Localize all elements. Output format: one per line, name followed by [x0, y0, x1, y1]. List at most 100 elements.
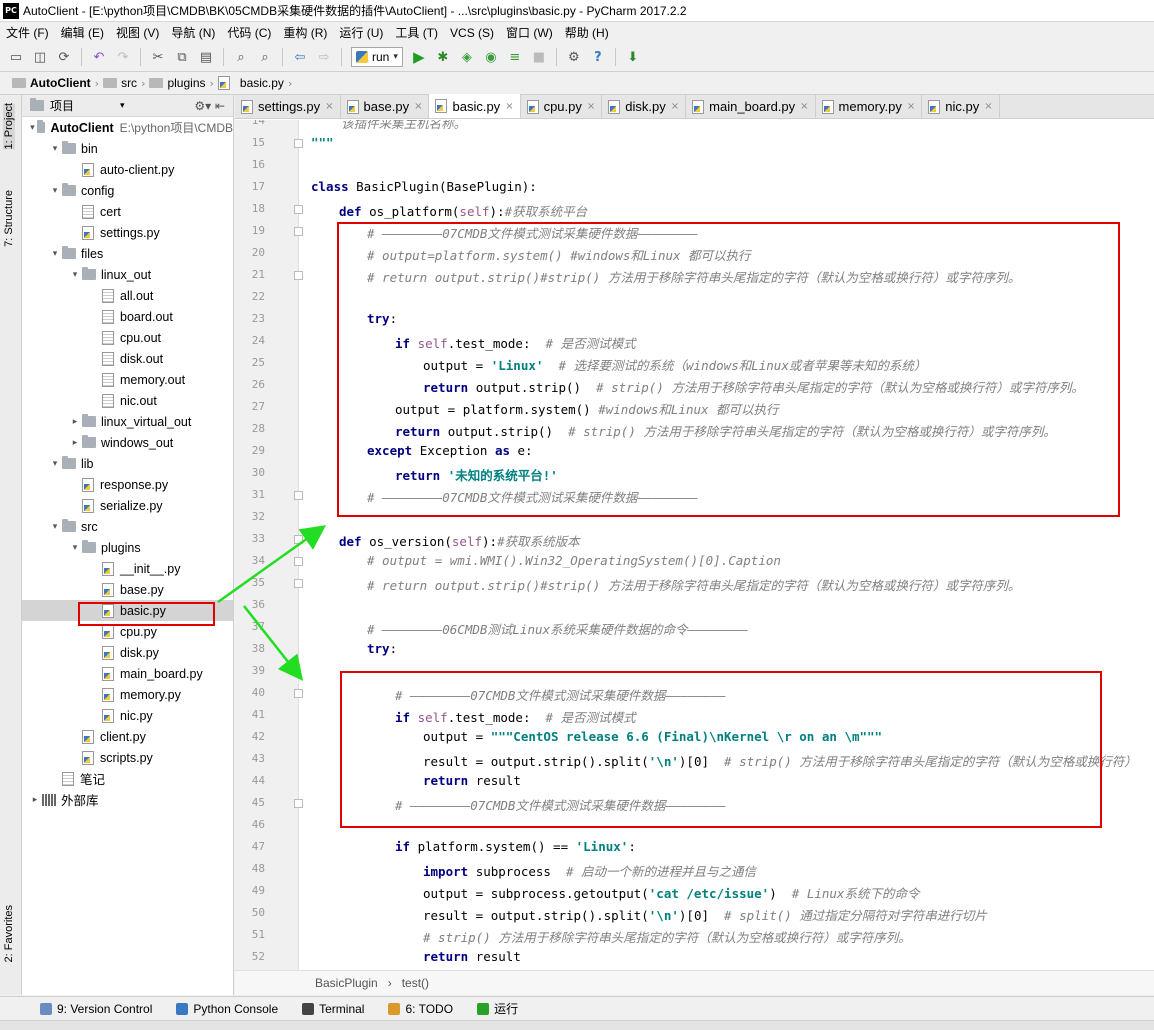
menu-item[interactable]: 代码 (C) [221, 24, 277, 41]
menu-item[interactable]: 运行 (U) [333, 24, 389, 41]
tree-item[interactable]: nic.py [22, 705, 233, 726]
redo-icon[interactable]: ↷ [112, 46, 134, 68]
tree-item[interactable]: settings.py [22, 222, 233, 243]
save-icon[interactable]: ◫ [29, 46, 51, 68]
gear-icon[interactable]: ⚙▾ ⇤ [194, 99, 225, 113]
editor-tab[interactable]: basic.py × [429, 94, 521, 118]
back-icon[interactable]: ⇦ [289, 46, 311, 68]
menu-item[interactable]: 编辑 (E) [55, 24, 110, 41]
tree-item[interactable]: base.py [22, 579, 233, 600]
tree-item[interactable]: disk.py [22, 642, 233, 663]
chevron-down-icon[interactable]: ▾ [68, 270, 82, 280]
tree-item[interactable]: response.py [22, 474, 233, 495]
tree-item[interactable]: ▸ windows_out [22, 432, 233, 453]
bottom-tool-tab[interactable]: 9: Version Control [30, 1002, 162, 1016]
profile-icon[interactable]: ◉ [480, 46, 502, 68]
forward-icon[interactable]: ⇨ [313, 46, 335, 68]
tree-item[interactable]: memory.py [22, 684, 233, 705]
close-icon[interactable]: × [671, 101, 679, 112]
undo-icon[interactable]: ↶ [88, 46, 110, 68]
nav-crumb-plugins[interactable]: plugins [145, 74, 209, 93]
menu-item[interactable]: 帮助 (H) [559, 24, 615, 41]
chevron-down-icon[interactable]: ▾ [48, 459, 62, 469]
editor-tab[interactable]: base.py × [340, 95, 430, 118]
tree-item[interactable]: ▾ src [22, 516, 233, 537]
chevron-down-icon[interactable]: ▾ [68, 543, 82, 553]
copy-icon[interactable]: ⧉ [171, 46, 193, 68]
tree-item[interactable]: ▾ bin [22, 138, 233, 159]
close-icon[interactable]: × [800, 101, 808, 112]
editor-tab[interactable]: settings.py × [235, 95, 341, 118]
project-view-label[interactable]: 项目 [50, 97, 74, 114]
close-icon[interactable]: × [414, 101, 422, 112]
fold-marker-icon[interactable] [294, 535, 303, 544]
menu-item[interactable]: 工具 (T) [389, 24, 444, 41]
fold-marker-icon[interactable] [294, 139, 303, 148]
fold-marker-icon[interactable] [294, 205, 303, 214]
fold-marker-icon[interactable] [294, 491, 303, 500]
debug-icon[interactable]: ✱ [432, 46, 454, 68]
cut-icon[interactable]: ✂ [147, 46, 169, 68]
tree-item[interactable]: ▸ 外部库 [22, 789, 233, 810]
coverage-icon[interactable]: ◈ [456, 46, 478, 68]
menu-item[interactable]: 窗口 (W) [500, 24, 559, 41]
chevron-right-icon[interactable]: ▸ [28, 795, 42, 805]
tree-item[interactable]: cert [22, 201, 233, 222]
editor-tab[interactable]: main_board.py × [686, 95, 816, 118]
chevron-down-icon[interactable]: ▾ [120, 101, 125, 111]
tree-item[interactable]: 笔记 [22, 768, 233, 789]
fold-marker-icon[interactable] [294, 227, 303, 236]
settings-icon[interactable]: ⚙ [563, 46, 585, 68]
chevron-down-icon[interactable]: ▾ [28, 123, 37, 133]
menu-item[interactable]: 文件 (F) [0, 24, 55, 41]
chevron-down-icon[interactable]: ▾ [48, 249, 62, 259]
chevron-down-icon[interactable]: ▾ [48, 186, 62, 196]
concurrency-icon[interactable]: ≡ [504, 46, 526, 68]
nav-crumb-project[interactable]: AutoClient [8, 74, 95, 93]
menu-item[interactable]: 导航 (N) [165, 24, 221, 41]
breadcrumb-method[interactable]: test() [402, 976, 429, 990]
tree-item[interactable]: cpu.out [22, 327, 233, 348]
tree-item[interactable]: memory.out [22, 369, 233, 390]
menu-item[interactable]: 重构 (R) [277, 24, 333, 41]
paste-icon[interactable]: ▤ [195, 46, 217, 68]
chevron-right-icon[interactable]: ▸ [68, 417, 82, 427]
run-config-select[interactable]: run ▾ [351, 47, 403, 67]
bottom-tool-tab[interactable]: Terminal [292, 1002, 374, 1016]
run-icon[interactable]: ▶ [408, 46, 430, 68]
tree-item[interactable]: auto-client.py [22, 159, 233, 180]
editor-tab[interactable]: nic.py × [922, 95, 1000, 118]
bottom-tool-tab[interactable]: 6: TODO [378, 1002, 463, 1016]
help-icon[interactable]: ? [587, 46, 609, 68]
find-icon[interactable]: ⌕ [230, 46, 252, 68]
sync-icon[interactable]: ⟳ [53, 46, 75, 68]
close-icon[interactable]: × [587, 101, 595, 112]
tree-item[interactable]: client.py [22, 726, 233, 747]
tree-item[interactable]: ▾ lib [22, 453, 233, 474]
stop-icon[interactable]: ■ [528, 46, 550, 68]
tree-item[interactable]: nic.out [22, 390, 233, 411]
close-icon[interactable]: × [907, 101, 915, 112]
tree-item[interactable]: ▾ AutoClient E:\python项目\CMDB [22, 117, 233, 138]
tree-item[interactable]: __init__.py [22, 558, 233, 579]
nav-crumb-file[interactable]: basic.py [214, 74, 288, 93]
editor-tab[interactable]: cpu.py × [520, 95, 603, 118]
tree-item[interactable]: all.out [22, 285, 233, 306]
menu-item[interactable]: VCS (S) [444, 26, 500, 40]
close-icon[interactable]: × [325, 101, 333, 112]
chevron-down-icon[interactable]: ▾ [48, 522, 62, 532]
bottom-tool-tab[interactable]: Python Console [166, 1002, 288, 1016]
fold-marker-icon[interactable] [294, 579, 303, 588]
tree-item[interactable]: main_board.py [22, 663, 233, 684]
tree-item[interactable]: serialize.py [22, 495, 233, 516]
fold-marker-icon[interactable] [294, 799, 303, 808]
close-icon[interactable]: × [505, 101, 513, 112]
tree-item[interactable]: ▾ config [22, 180, 233, 201]
tree-item[interactable]: ▾ plugins [22, 537, 233, 558]
tree-item[interactable]: ▾ linux_out [22, 264, 233, 285]
fold-marker-icon[interactable] [294, 557, 303, 566]
close-icon[interactable]: × [984, 101, 992, 112]
tool-tab-favorites[interactable]: 2: Favorites [3, 905, 15, 962]
fold-marker-icon[interactable] [294, 689, 303, 698]
open-folder-icon[interactable]: ▭ [5, 46, 27, 68]
